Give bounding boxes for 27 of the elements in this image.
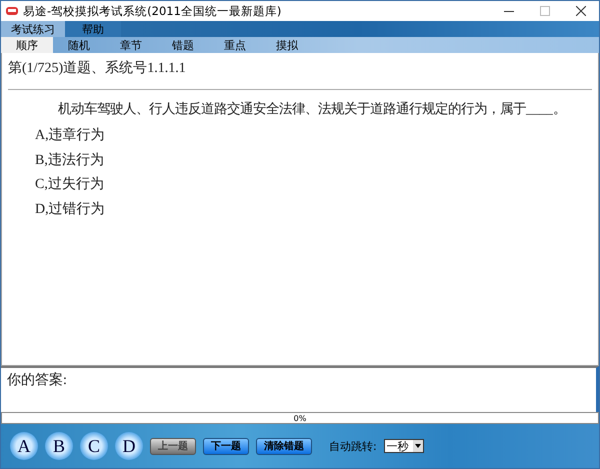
answer-option: A,违章行为: [35, 128, 105, 143]
answer-button[interactable]: D: [115, 432, 143, 460]
app-icon: [6, 7, 18, 15]
tab[interactable]: 章节: [105, 37, 157, 53]
tab[interactable]: 错题: [157, 37, 209, 53]
question-number: 第(1/725)道题、系统号1.1.1.1: [8, 61, 186, 76]
tab[interactable]: 随机: [53, 37, 105, 53]
answer-option: C,过失行为: [35, 177, 104, 192]
nav-button[interactable]: 清除错题: [256, 438, 312, 454]
answer-label: 你的答案:: [7, 373, 67, 388]
auto-jump-label: 自动跳转:: [329, 438, 377, 454]
tab[interactable]: 摸拟: [261, 37, 313, 53]
nav-button[interactable]: 下一题: [203, 438, 249, 454]
window-title: 易途-驾校摸拟考试系统(2011全国统一最新题库): [23, 4, 282, 18]
progress-reading: 0%: [294, 414, 306, 422]
tab[interactable]: 重点: [209, 37, 261, 53]
menu-item[interactable]: 帮助: [65, 21, 121, 37]
answer-button[interactable]: A: [10, 432, 38, 460]
auto-jump-select[interactable]: 一秒: [384, 439, 424, 453]
question-text: 机动车驾驶人、行人违反道路交通安全法律、法规关于道路通行规定的行为，属于____。: [58, 101, 566, 116]
answer-button[interactable]: C: [80, 432, 108, 460]
answer-option: D,过错行为: [35, 202, 105, 216]
answer-option: B,违法行为: [35, 152, 104, 168]
tab[interactable]: 顺序: [1, 37, 53, 53]
answer-button[interactable]: B: [45, 432, 73, 460]
menu-item[interactable]: 考试练习: [1, 21, 65, 37]
dropdown-icon: [414, 444, 421, 448]
